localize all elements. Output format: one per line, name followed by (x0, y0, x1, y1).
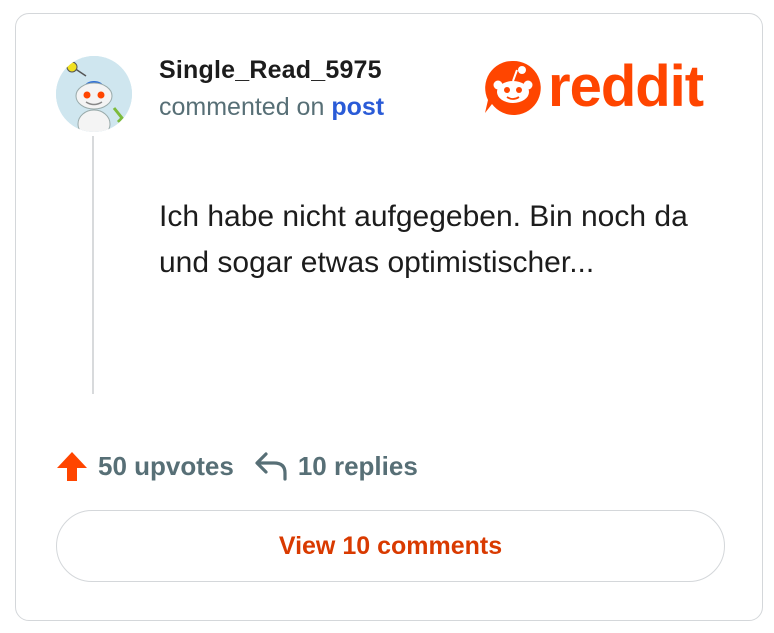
reddit-comment-card: Single_Read_5975 commented on post reddi… (15, 13, 763, 621)
reply-arrow-icon[interactable] (254, 451, 288, 481)
snoo-avatar-icon (56, 56, 132, 132)
thread-line (92, 136, 94, 394)
upvotes-count: 50 upvotes (98, 450, 234, 481)
user-avatar[interactable] (56, 56, 132, 132)
comment-subline: commented on post (159, 93, 384, 122)
arrow-up-icon[interactable] (56, 450, 88, 482)
replies-count: 10 replies (297, 450, 418, 481)
reddit-wordmark: reddit (548, 54, 704, 119)
reddit-snoo-icon (485, 60, 541, 115)
username[interactable]: Single_Read_5975 (159, 56, 382, 85)
subline-text: commented on (159, 93, 325, 121)
reddit-logo[interactable]: reddit (482, 54, 704, 119)
comment-actions: 50 upvotes 10 replies (56, 450, 418, 482)
comment-body: Ich habe nicht aufgegeben. Bin noch da u… (159, 200, 688, 279)
view-comments-button[interactable]: View 10 comments (56, 510, 725, 582)
post-link[interactable]: post (331, 93, 384, 121)
